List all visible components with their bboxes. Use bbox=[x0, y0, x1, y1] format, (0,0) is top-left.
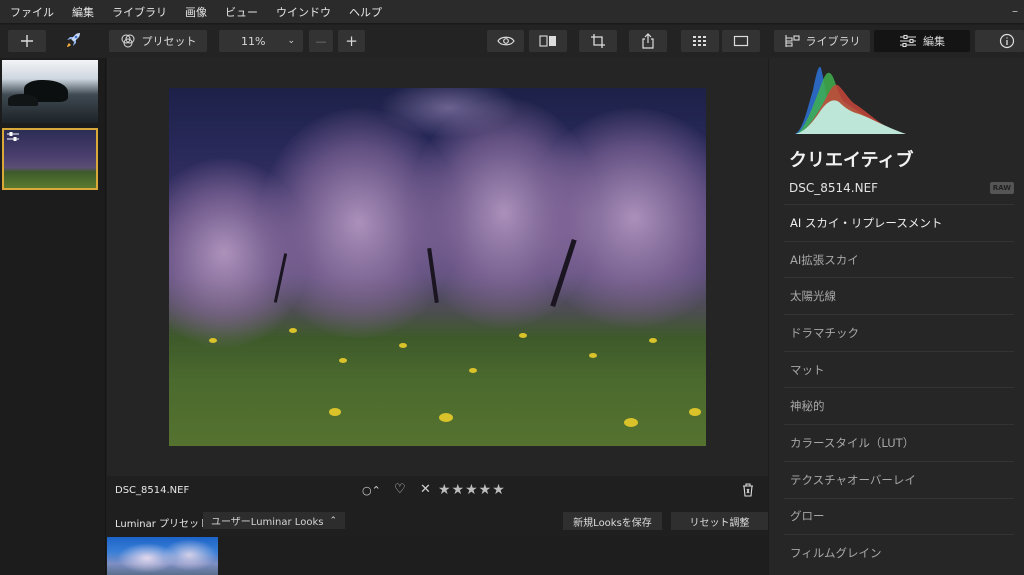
file-info-row: DSC_8514.NEF RAW bbox=[789, 181, 1014, 195]
image-filename: DSC_8514.NEF bbox=[115, 485, 190, 496]
dandelion bbox=[689, 408, 701, 416]
menu-edit[interactable]: 編集 bbox=[63, 4, 103, 20]
filmstrip-thumbnail-selected[interactable] bbox=[2, 128, 98, 190]
image-info-bar: DSC_8514.NEF ○⌃ ♡ ✕ ★★★★★ bbox=[107, 476, 768, 506]
split-view-icon bbox=[539, 35, 556, 47]
tab-library-label: ライブラリ bbox=[805, 35, 861, 48]
info-button[interactable] bbox=[975, 30, 1024, 52]
chevron-up-icon: ⌃ bbox=[329, 515, 337, 526]
save-looks-button[interactable]: 新規Looksを保存 bbox=[563, 512, 662, 530]
dandelion bbox=[209, 338, 217, 343]
presets-icon bbox=[121, 34, 134, 48]
plus-icon bbox=[21, 35, 33, 47]
dandelion bbox=[329, 408, 341, 416]
looks-category-dropdown[interactable]: ユーザーLuminar Looks ⌃ bbox=[203, 512, 345, 529]
presets-label: プリセット bbox=[141, 35, 197, 48]
dandelion bbox=[439, 413, 453, 422]
presets-button[interactable]: プリセット bbox=[109, 30, 207, 52]
library-icon bbox=[784, 35, 800, 47]
menu-window[interactable]: ウインドウ bbox=[267, 4, 340, 20]
menu-file[interactable]: ファイル bbox=[0, 4, 63, 20]
grid-icon bbox=[693, 36, 706, 46]
filmstrip bbox=[0, 58, 106, 575]
menu-bar: ファイル 編集 ライブラリ 画像 ビュー ウインドウ ヘルプ – bbox=[0, 0, 1024, 24]
info-icon bbox=[999, 33, 1015, 49]
toolbar: プリセット 11% ⌄ — + ライブラリ 編集 bbox=[0, 25, 1024, 58]
reject-icon[interactable]: ✕ bbox=[420, 482, 431, 497]
add-button[interactable] bbox=[8, 30, 46, 52]
menu-view[interactable]: ビュー bbox=[216, 4, 267, 20]
sliders-icon bbox=[900, 34, 916, 48]
compare-button[interactable] bbox=[529, 30, 567, 52]
dandelion bbox=[289, 328, 297, 333]
zoom-in-button[interactable]: + bbox=[338, 30, 365, 52]
crop-icon bbox=[591, 34, 605, 48]
tab-edit[interactable]: 編集 bbox=[874, 30, 970, 52]
star-rating[interactable]: ★★★★★ bbox=[438, 482, 506, 498]
zoom-value: 11% bbox=[241, 34, 266, 48]
image-canvas[interactable] bbox=[107, 58, 768, 476]
dandelion bbox=[589, 353, 597, 358]
preview-button[interactable] bbox=[487, 30, 524, 52]
tool-film-grain[interactable]: フィルムグレイン bbox=[784, 534, 1014, 571]
tool-list: AI スカイ・リプレースメント AI拡張スカイ 太陽光線 ドラマチック マット … bbox=[784, 204, 1014, 571]
single-view-button[interactable] bbox=[722, 30, 760, 52]
tool-texture-overlay[interactable]: テクスチャオーバーレイ bbox=[784, 460, 1014, 498]
menu-library[interactable]: ライブラリ bbox=[103, 4, 176, 20]
zoom-out-button[interactable]: — bbox=[309, 30, 333, 52]
tool-sunrays[interactable]: 太陽光線 bbox=[784, 277, 1014, 314]
gallery-view-button[interactable] bbox=[681, 30, 719, 52]
tool-ai-augmented-sky[interactable]: AI拡張スカイ bbox=[784, 240, 1014, 278]
section-title: クリエイティブ bbox=[789, 150, 914, 171]
favorite-heart-icon[interactable]: ♡ bbox=[394, 482, 406, 497]
photo-preview[interactable] bbox=[169, 88, 706, 446]
dandelion bbox=[649, 338, 657, 343]
tool-ai-sky-replacement[interactable]: AI スカイ・リプレースメント bbox=[784, 204, 1014, 241]
reset-adjustments-button[interactable]: リセット調整 bbox=[671, 512, 768, 530]
tool-mystical[interactable]: 神秘的 bbox=[784, 387, 1014, 424]
thumbnail-image-content bbox=[162, 539, 217, 571]
eye-icon bbox=[496, 36, 515, 46]
raw-badge: RAW bbox=[989, 182, 1014, 194]
preset-thumbnail[interactable] bbox=[107, 537, 218, 575]
tool-dramatic[interactable]: ドラマチック bbox=[784, 314, 1014, 351]
tool-matte[interactable]: マット bbox=[784, 350, 1014, 388]
menu-image[interactable]: 画像 bbox=[176, 4, 216, 20]
tool-glow[interactable]: グロー bbox=[784, 497, 1014, 535]
tab-edit-label: 編集 bbox=[923, 35, 945, 48]
histogram bbox=[795, 66, 906, 134]
minimize-button[interactable]: – bbox=[1012, 4, 1018, 18]
tab-library[interactable]: ライブラリ bbox=[774, 30, 870, 52]
rocket-icon bbox=[67, 33, 80, 47]
panel-filename: DSC_8514.NEF bbox=[789, 181, 879, 195]
edit-panel: クリエイティブ DSC_8514.NEF RAW AI スカイ・リプレースメント… bbox=[769, 58, 1024, 575]
dandelion bbox=[399, 343, 407, 348]
adjusted-icon bbox=[7, 132, 19, 145]
quick-edit-button[interactable] bbox=[60, 30, 86, 52]
flag-dropdown[interactable]: ○⌃ bbox=[362, 484, 381, 497]
tool-color-styles-lut[interactable]: カラースタイル（LUT） bbox=[784, 424, 1014, 461]
chevron-down-icon: ⌄ bbox=[287, 36, 295, 46]
trash-icon[interactable] bbox=[742, 482, 754, 501]
crop-button[interactable] bbox=[579, 30, 617, 52]
presets-bar: Luminar プリセット ユーザーLuminar Looks ⌃ 新規Look… bbox=[107, 507, 768, 536]
presets-title: Luminar プリセット bbox=[115, 519, 210, 530]
share-button[interactable] bbox=[629, 30, 667, 52]
filmstrip-thumbnail[interactable] bbox=[2, 60, 98, 123]
thumbnail-image-content bbox=[8, 94, 38, 106]
dandelion bbox=[469, 368, 477, 373]
dandelion bbox=[519, 333, 527, 338]
single-image-icon bbox=[733, 35, 749, 47]
menu-help[interactable]: ヘルプ bbox=[340, 4, 391, 20]
dandelion bbox=[339, 358, 347, 363]
looks-category-label: ユーザーLuminar Looks bbox=[211, 517, 324, 528]
share-icon bbox=[642, 33, 654, 49]
zoom-select[interactable]: 11% ⌄ bbox=[219, 30, 303, 52]
dandelion bbox=[624, 418, 638, 427]
